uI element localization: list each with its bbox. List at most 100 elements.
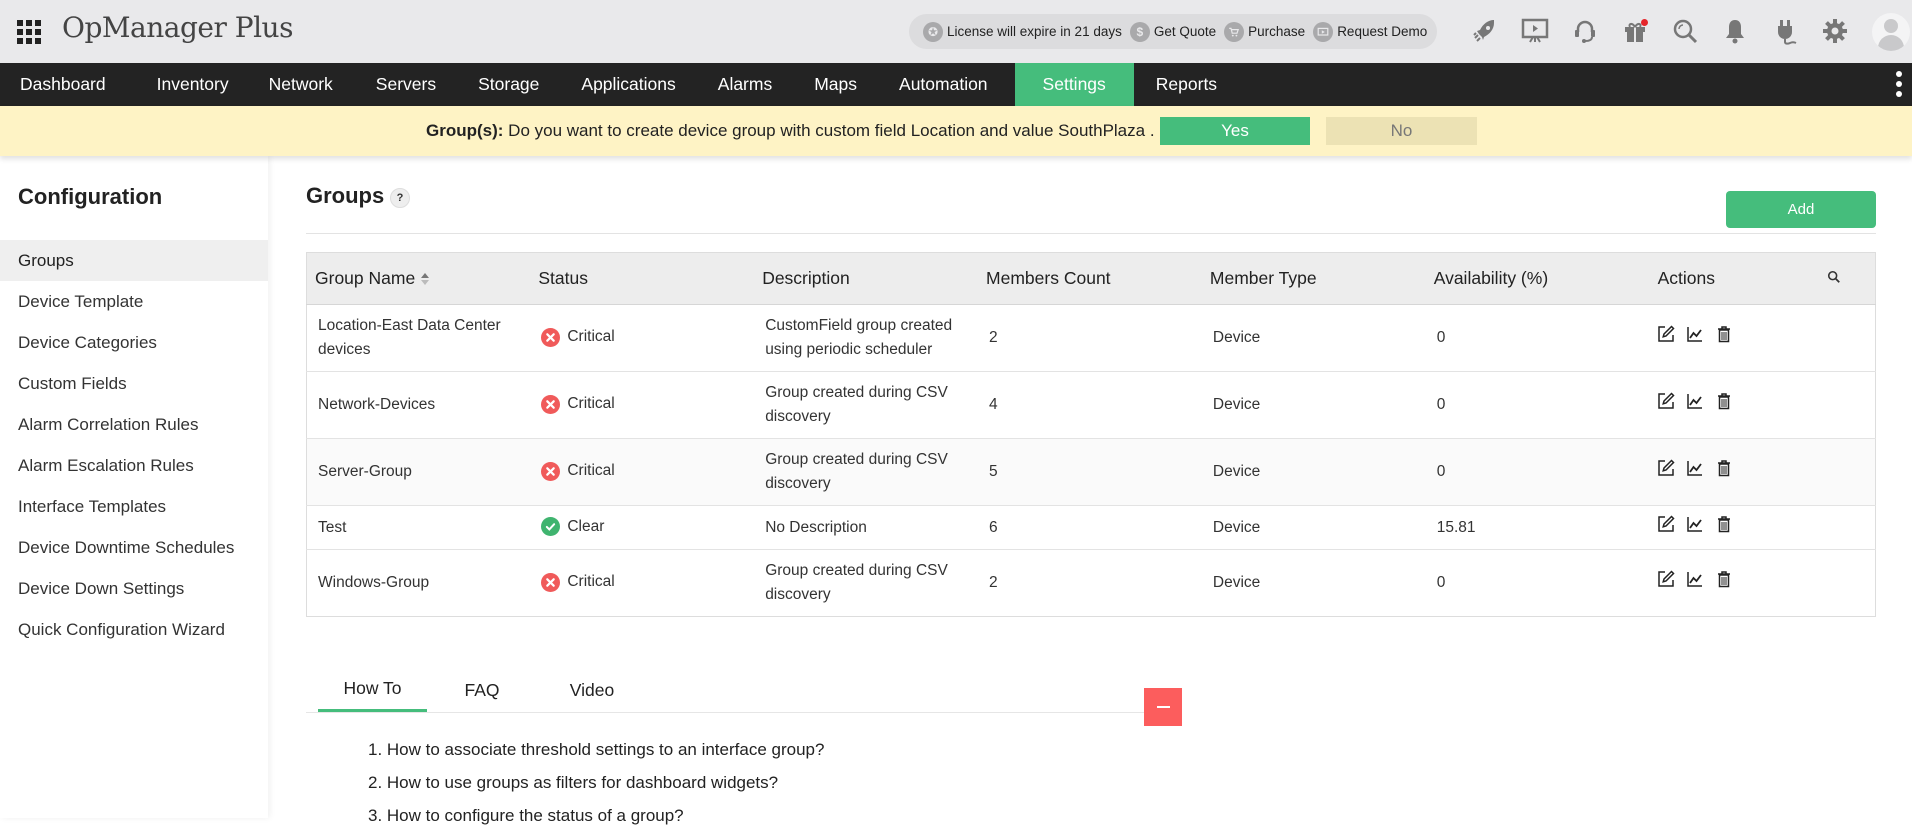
chart-icon[interactable] [1685,569,1705,589]
description-cell: No Description [754,505,979,550]
how-to-link[interactable]: 1. How to associate threshold settings t… [368,740,824,773]
status-badge: Critical [541,459,615,483]
nav-reports[interactable]: Reports [1134,63,1239,106]
group-name-cell[interactable]: Test [306,505,531,550]
trash-icon[interactable] [1714,569,1734,589]
column-header-members-count: Members Count [978,252,1202,305]
how-to-link[interactable]: 3. How to configure the status of a grou… [368,806,824,839]
yes-button[interactable]: Yes [1160,117,1310,145]
trash-icon[interactable] [1714,324,1734,344]
table-search-icon[interactable] [1819,252,1876,305]
edit-icon[interactable] [1656,514,1676,534]
group-name[interactable]: Location-East Data Center devices [318,314,528,362]
sidebar-item-custom-fields[interactable]: Custom Fields [0,363,268,404]
nav-applications[interactable]: Applications [560,63,696,106]
edit-icon[interactable] [1656,391,1676,411]
edit-icon[interactable] [1656,458,1676,478]
column-header-group-name[interactable]: Group Name [306,252,531,305]
purchase-link[interactable]: Purchase [1224,21,1306,42]
group-name[interactable]: Network-Devices [318,393,530,417]
chart-icon[interactable] [1685,458,1705,478]
tab-video[interactable]: Video [537,668,647,712]
more-options-icon[interactable] [1894,71,1904,97]
description: Group created during CSV discovery [765,562,948,603]
search-icon[interactable] [1660,11,1710,51]
trash-icon[interactable] [1714,514,1734,534]
edit-icon[interactable] [1656,569,1676,589]
group-name-cell[interactable]: Windows-Group [306,549,531,617]
no-button[interactable]: No [1326,117,1477,145]
actions-cell [1649,549,1820,617]
sidebar-item-device-down-settings[interactable]: Device Down Settings [0,568,268,609]
tab-how-to[interactable]: How To [318,668,427,712]
headset-icon[interactable] [1560,11,1610,51]
nav-automation[interactable]: Automation [878,63,1015,106]
add-group-button[interactable]: Add [1726,191,1876,228]
get-quote-link[interactable]: $ Get Quote [1129,21,1216,42]
trash-icon[interactable] [1714,458,1734,478]
status-label: Critical [567,395,615,413]
table-row: Windows-Group Critical Group created durin… [306,549,1876,617]
group-name-cell[interactable]: Server-Group [306,438,531,506]
group-name-cell[interactable]: Network-Devices [306,371,531,439]
app-launcher-icon[interactable] [17,20,41,44]
member-type-cell: Device [1201,505,1426,550]
purchase-label: Purchase [1248,24,1306,39]
sidebar-item-alarm-correlation-rules[interactable]: Alarm Correlation Rules [0,404,268,445]
chart-icon[interactable] [1685,514,1705,534]
status-label: Critical [567,573,615,591]
sidebar-item-alarm-escalation-rules[interactable]: Alarm Escalation Rules [0,445,268,486]
collapse-help-button[interactable] [1144,688,1182,726]
table-row: Network-Devices Critical Group created dur… [306,371,1876,439]
group-name-cell[interactable]: Location-East Data Center devices [306,304,531,372]
nav-storage[interactable]: Storage [457,63,560,106]
sidebar-item-quick-configuration-wizard[interactable]: Quick Configuration Wizard [0,609,268,650]
license-expiry-label: License will expire in 21 days [947,24,1122,39]
sidebar-menu: Groups Device Template Device Categories… [0,240,268,650]
sidebar-item-device-downtime-schedules[interactable]: Device Downtime Schedules [0,527,268,568]
how-to-link[interactable]: 2. How to use groups as filters for dash… [368,773,824,806]
member-type-cell: Device [1201,371,1426,439]
nav-network[interactable]: Network [249,63,355,106]
license-badge-icon: ✪ [923,21,943,42]
sidebar-item-device-categories[interactable]: Device Categories [0,322,268,363]
status-cell: Critical [530,371,755,439]
help-icon[interactable]: ? [390,188,410,208]
availability-cell: 15.81 [1425,505,1650,550]
nav-alarms[interactable]: Alarms [697,63,793,106]
presentation-icon[interactable] [1510,11,1560,51]
nav-servers[interactable]: Servers [355,63,457,106]
nav-maps[interactable]: Maps [793,63,878,106]
bell-icon[interactable] [1710,11,1760,51]
rocket-icon[interactable] [1460,11,1510,51]
chart-icon[interactable] [1685,324,1705,344]
spacer-cell [1819,371,1876,439]
license-expiry-link[interactable]: ✪ License will expire in 21 days [923,21,1122,42]
group-name[interactable]: Server-Group [318,460,530,484]
status-badge: Critical [541,392,615,416]
gift-icon[interactable] [1610,11,1660,51]
chart-icon[interactable] [1685,391,1705,411]
edit-icon[interactable] [1656,324,1676,344]
nav-inventory[interactable]: Inventory [126,63,249,106]
nav-settings[interactable]: Settings [1014,63,1134,106]
dollar-icon: $ [1129,21,1150,42]
user-avatar[interactable] [1872,13,1910,51]
demo-icon [1313,21,1334,42]
tab-faq[interactable]: FAQ [427,668,537,712]
sidebar-item-groups[interactable]: Groups [0,240,268,281]
sort-icon[interactable] [421,272,430,286]
status-label: Critical [567,462,615,480]
sidebar-item-interface-templates[interactable]: Interface Templates [0,486,268,527]
sidebar-item-device-template[interactable]: Device Template [0,281,268,322]
member-type-cell: Device [1201,438,1426,506]
actions-cell [1649,371,1820,439]
plug-icon[interactable] [1760,11,1810,51]
nav-dashboard[interactable]: Dashboard [0,63,126,106]
gear-icon[interactable] [1810,11,1860,51]
clear-check-icon [541,517,561,537]
request-demo-link[interactable]: Request Demo [1313,21,1427,42]
trash-icon[interactable] [1714,391,1734,411]
group-name[interactable]: Windows-Group [318,571,530,595]
group-name[interactable]: Test [318,516,530,540]
